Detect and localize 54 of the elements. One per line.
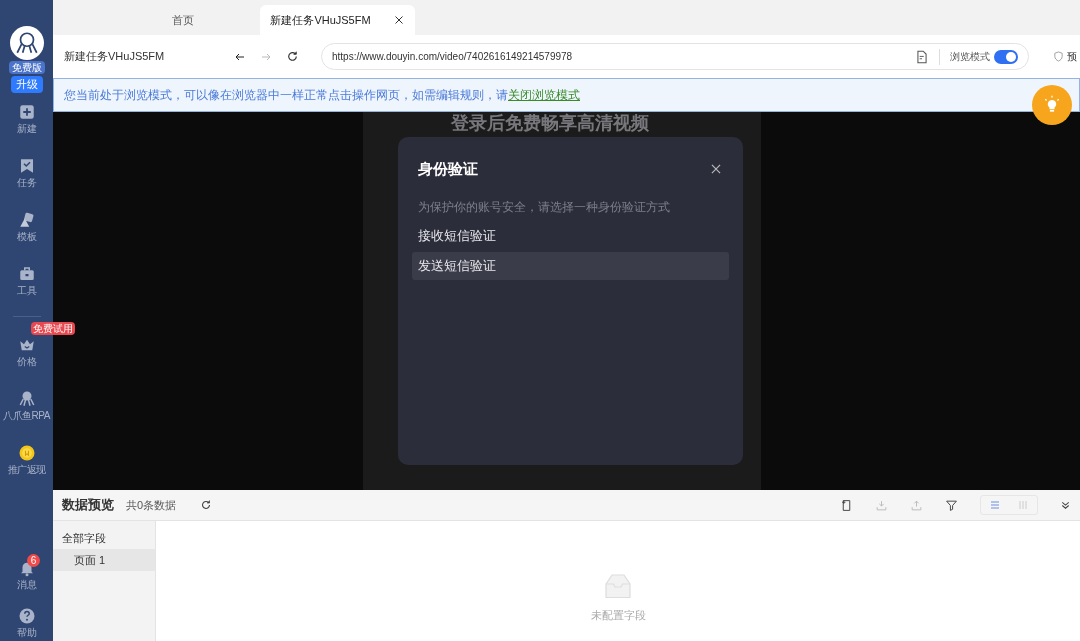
octopus-icon xyxy=(17,390,36,408)
toolbar-button[interactable] xyxy=(945,498,958,512)
toggle-switch[interactable] xyxy=(994,49,1018,64)
help-icon xyxy=(17,607,36,625)
upgrade-button[interactable]: 升级 xyxy=(10,76,43,93)
empty-message: 未配置字段 xyxy=(590,608,646,623)
list-icon xyxy=(989,499,1001,511)
dialog-title: 身份验证 xyxy=(418,159,478,179)
tips-button[interactable] xyxy=(1032,85,1072,125)
toolbar-label: 预 xyxy=(1067,50,1077,64)
shapes-icon xyxy=(17,211,36,229)
plan-badge: 免费版 xyxy=(8,61,45,74)
page-title: 新建任务VHuJS5FM xyxy=(64,49,166,65)
sidebar-item[interactable]: 八爪鱼RPA xyxy=(0,390,53,422)
verification-option[interactable]: 接收短信验证 xyxy=(412,221,729,250)
badge: 6 xyxy=(27,554,40,567)
plus-icon xyxy=(17,103,36,121)
record-count: 共0条数据 xyxy=(126,497,177,513)
field-item[interactable]: 页面 1 xyxy=(53,549,155,571)
dialog-subtitle: 为保护你的账号安全，请选择一种身份验证方式 xyxy=(417,198,671,216)
sidebar-item[interactable]: 模板 xyxy=(0,211,53,243)
filter-icon xyxy=(945,498,958,512)
reload-button[interactable] xyxy=(286,50,299,63)
collapse-button[interactable] xyxy=(1060,499,1071,511)
preview-title: 数据预览 xyxy=(62,496,114,515)
sidebar-item[interactable]: 帮助 xyxy=(0,607,53,639)
verification-option[interactable]: 发送短信验证 xyxy=(412,251,729,280)
reload-icon xyxy=(286,50,299,63)
close-browse-mode-link[interactable]: 关闭浏览模式 xyxy=(508,88,580,102)
url-bar[interactable]: https://www.douyin.com/video/7402616149214579978 浏览模式 xyxy=(321,43,1029,70)
add-file-icon xyxy=(840,498,853,512)
refresh-button[interactable] xyxy=(200,499,213,511)
toolbox-icon xyxy=(17,265,36,283)
avatar[interactable] xyxy=(9,26,44,60)
sidebar-item[interactable]: 推广返现 xyxy=(0,444,53,476)
coin-icon xyxy=(17,444,36,462)
browser-tab[interactable]: 新建任务VHuJS5FM xyxy=(260,5,415,35)
view-switcher[interactable] xyxy=(980,495,1038,515)
upload-icon xyxy=(910,498,923,512)
shield-icon xyxy=(1053,51,1064,62)
field-group[interactable]: 全部字段 xyxy=(53,527,155,549)
page-heading: 登录后免费畅享高清视频 xyxy=(451,112,650,135)
download-icon xyxy=(875,498,888,512)
browser-tab[interactable]: 首页 xyxy=(105,5,260,35)
badge: 免费试用 xyxy=(31,322,75,335)
reload-icon xyxy=(200,499,213,511)
lightbulb-icon xyxy=(1042,95,1062,115)
toolbar-button[interactable] xyxy=(840,498,853,512)
sidebar-item[interactable]: 新建 xyxy=(0,103,53,135)
sidebar-item[interactable]: 工具 xyxy=(0,265,53,297)
sidebar-item[interactable]: 价格 xyxy=(0,336,53,368)
notice-text: 您当前处于浏览模式，可以像在浏览器中一样正常点击操作网页，如需编辑规则，请关闭浏览模式 xyxy=(64,87,580,104)
sidebar-item[interactable]: 任务 xyxy=(0,157,53,189)
chevrons-down-icon xyxy=(1060,499,1071,511)
